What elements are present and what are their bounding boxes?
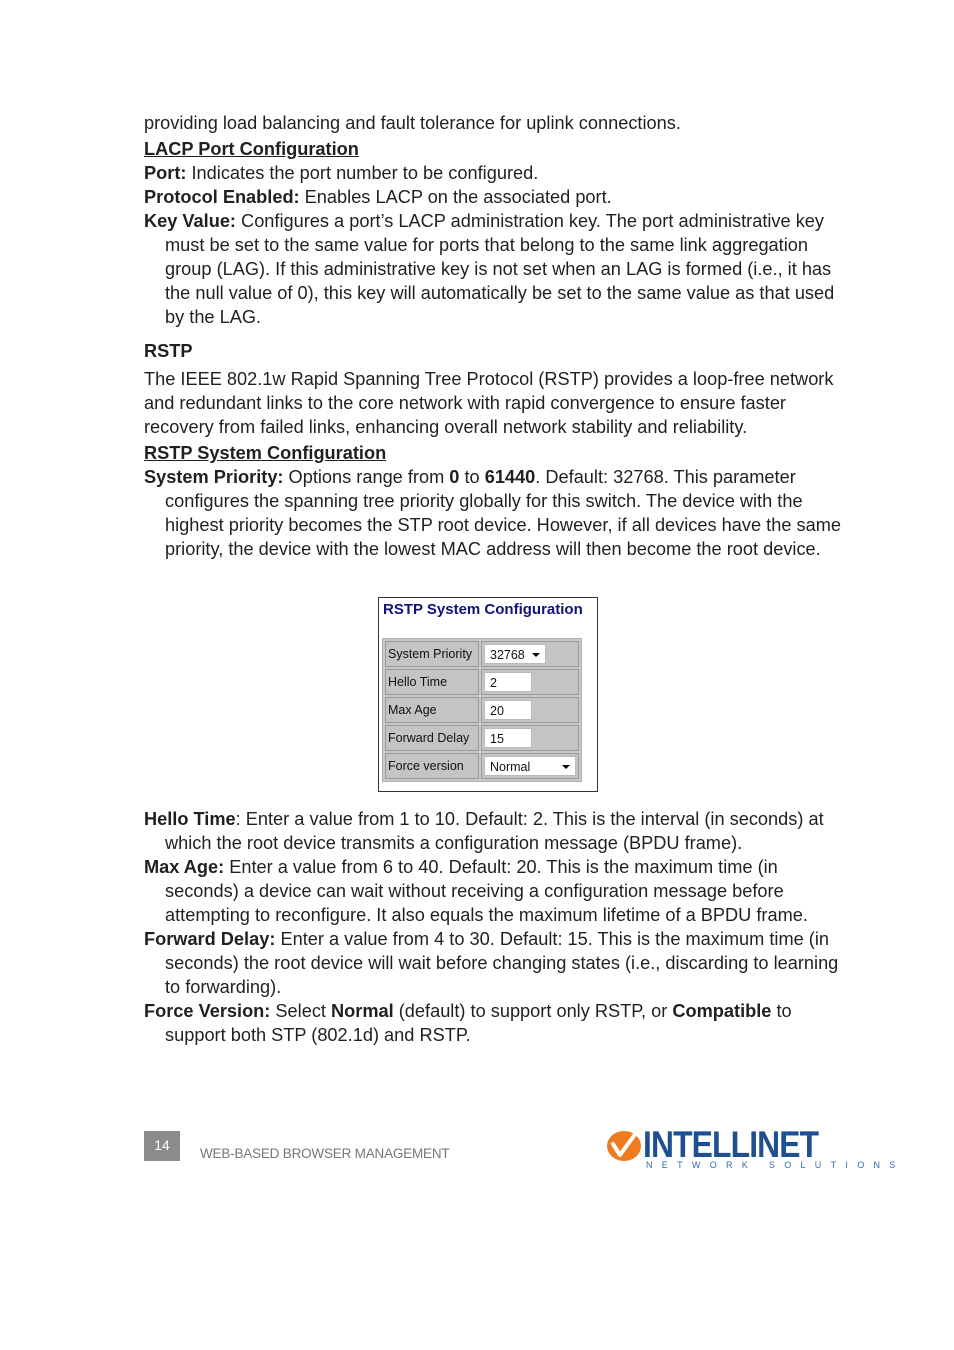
rstp-heading: RSTP bbox=[144, 341, 193, 361]
select-value: 32768 bbox=[490, 648, 525, 662]
table-row: System Priority 32768 bbox=[385, 641, 579, 667]
desc: Configures a port’s LACP administration … bbox=[165, 211, 835, 327]
row-label: Max Age bbox=[385, 697, 479, 723]
logo-tagline: NETWORK SOLUTIONS bbox=[646, 1160, 905, 1170]
rstp-config-screenshot: RSTP System Configuration System Priorit… bbox=[378, 597, 598, 792]
rstp-sys-heading: RSTP System Configuration bbox=[144, 443, 387, 463]
lacp-item-protocol: Protocol Enabled: Enables LACP on the as… bbox=[144, 185, 844, 209]
row-label: System Priority bbox=[385, 641, 479, 667]
force-version-select[interactable]: Normal bbox=[484, 756, 576, 776]
term: Hello Time bbox=[144, 809, 236, 829]
max-age-item: Max Age: Enter a value from 6 to 40. Def… bbox=[144, 855, 844, 927]
forward-delay-item: Forward Delay: Enter a value from 4 to 3… bbox=[144, 927, 844, 999]
term: Protocol Enabled: bbox=[144, 187, 300, 207]
term: Max Age: bbox=[144, 857, 225, 877]
desc: Options range from bbox=[283, 467, 450, 487]
force-version-item: Force Version: Select Normal (default) t… bbox=[144, 999, 844, 1047]
desc: Enter a value from 6 to 40. Default: 20.… bbox=[165, 857, 808, 925]
row-label: Hello Time bbox=[385, 669, 479, 695]
term: Port: bbox=[144, 163, 187, 183]
dropdown-arrow-icon bbox=[532, 653, 540, 657]
logo-wordmark: INTELLINET bbox=[643, 1124, 819, 1165]
system-priority-select[interactable]: 32768 bbox=[484, 644, 546, 664]
intro-line: providing load balancing and fault toler… bbox=[144, 113, 681, 133]
hello-time-input[interactable]: 2 bbox=[484, 672, 532, 692]
checkmark-logo-icon bbox=[607, 1131, 641, 1161]
screenshot-title: RSTP System Configuration bbox=[383, 601, 583, 618]
system-priority-item: System Priority: Options range from 0 to… bbox=[144, 465, 844, 561]
bold-value: Normal bbox=[331, 1001, 394, 1021]
desc: Select bbox=[270, 1001, 332, 1021]
lacp-item-key: Key Value: Configures a port’s LACP admi… bbox=[144, 209, 844, 329]
row-label: Force version bbox=[385, 753, 479, 779]
select-value: Normal bbox=[490, 760, 531, 774]
desc: (default) to support only RSTP, or bbox=[393, 1001, 673, 1021]
max-age-input[interactable]: 20 bbox=[484, 700, 532, 720]
lacp-heading: LACP Port Configuration bbox=[144, 139, 359, 159]
config-table: System Priority 32768 Hello Time 2 Max A… bbox=[382, 638, 582, 782]
desc: to bbox=[459, 467, 485, 487]
page-body: providing load balancing and fault toler… bbox=[144, 111, 844, 561]
term: System Priority: bbox=[144, 467, 284, 487]
term: Force Version: bbox=[144, 1001, 271, 1021]
bold-value: 0 bbox=[449, 467, 460, 487]
desc: Indicates the port number to be configur… bbox=[186, 163, 539, 183]
desc: : Enter a value from 1 to 10. Default: 2… bbox=[165, 809, 824, 853]
table-row: Forward Delay 15 bbox=[385, 725, 579, 751]
term: Forward Delay: bbox=[144, 929, 276, 949]
hello-time-item: Hello Time: Enter a value from 1 to 10. … bbox=[144, 807, 844, 855]
intellinet-logo: INTELLINET NETWORK SOLUTIONS bbox=[606, 1124, 895, 1176]
forward-delay-input[interactable]: 15 bbox=[484, 728, 532, 748]
page-number: 14 bbox=[144, 1131, 180, 1161]
table-row: Force version Normal bbox=[385, 753, 579, 779]
desc: Enables LACP on the associated port. bbox=[299, 187, 612, 207]
table-row: Max Age 20 bbox=[385, 697, 579, 723]
lacp-item-port: Port: Indicates the port number to be co… bbox=[144, 161, 844, 185]
dropdown-arrow-icon bbox=[562, 765, 570, 769]
term: Key Value: bbox=[144, 211, 236, 231]
page-body-continued: Hello Time: Enter a value from 1 to 10. … bbox=[144, 807, 844, 1047]
bold-value: 61440 bbox=[484, 467, 536, 487]
footer-section-title: WEB-BASED BROWSER MANAGEMENT bbox=[200, 1146, 450, 1161]
bold-value: Compatible bbox=[672, 1001, 772, 1021]
row-label: Forward Delay bbox=[385, 725, 479, 751]
rstp-paragraph: The IEEE 802.1w Rapid Spanning Tree Prot… bbox=[144, 369, 834, 437]
table-row: Hello Time 2 bbox=[385, 669, 579, 695]
